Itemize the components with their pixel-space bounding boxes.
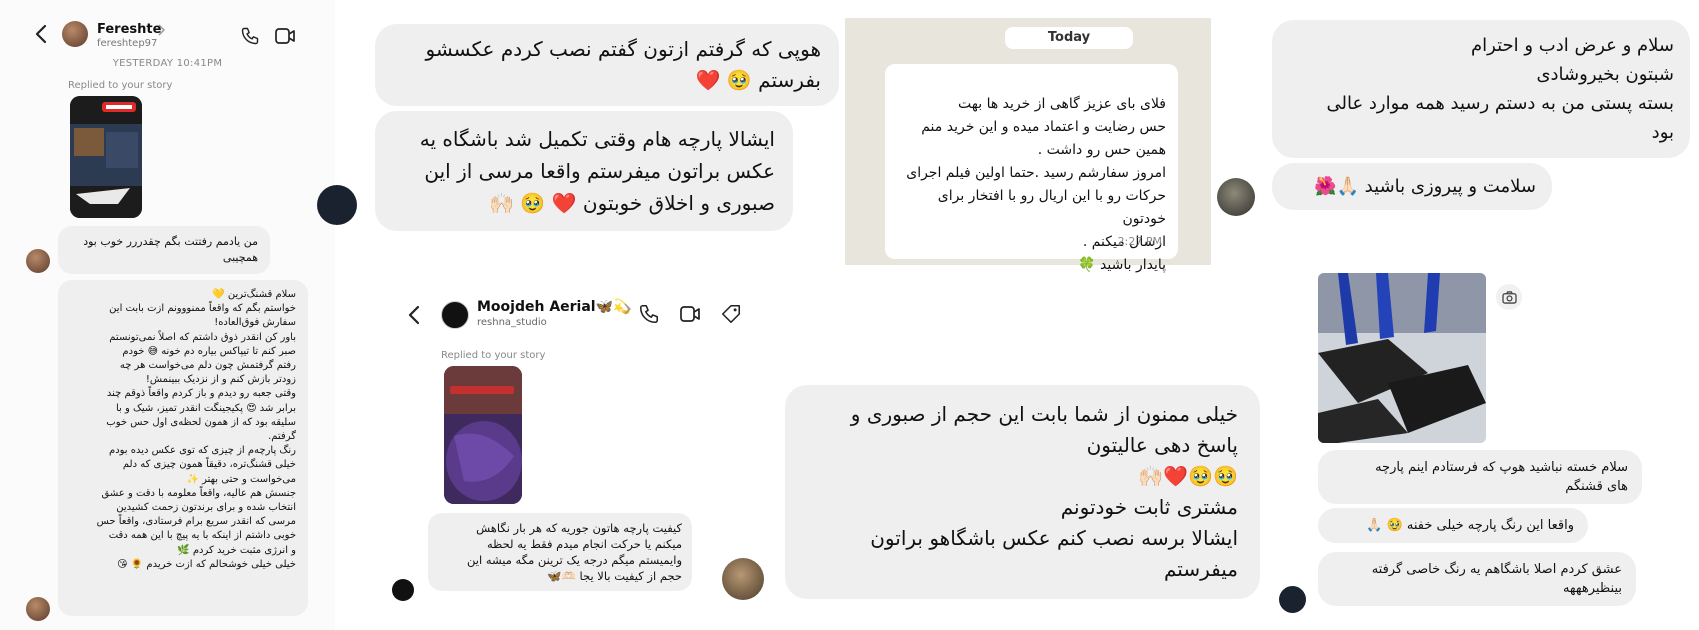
avatar[interactable] bbox=[1217, 178, 1255, 216]
replied-to-story-label: Replied to your story bbox=[68, 80, 173, 91]
avatar[interactable] bbox=[392, 579, 414, 601]
message-bubble[interactable]: هوپی که گرفتم ازتون گفتم نصب کردم عکسشو … bbox=[375, 24, 839, 106]
avatar[interactable] bbox=[317, 185, 357, 225]
contact-name[interactable]: Fereshte bbox=[97, 22, 161, 37]
contact-name[interactable]: Moojdeh Aerial🦋💫 bbox=[477, 299, 630, 315]
avatar[interactable] bbox=[62, 21, 88, 47]
avatar[interactable] bbox=[1279, 586, 1306, 613]
avatar[interactable] bbox=[26, 249, 50, 273]
phone-icon[interactable] bbox=[240, 26, 260, 46]
camera-icon[interactable] bbox=[1496, 284, 1522, 310]
contact-username: reshna_studio bbox=[477, 317, 547, 328]
back-arrow-icon[interactable] bbox=[34, 24, 48, 44]
message-time: 2:27 PM bbox=[1117, 235, 1162, 248]
phone-icon[interactable] bbox=[638, 303, 660, 325]
back-arrow-icon[interactable] bbox=[407, 305, 421, 325]
avatar[interactable] bbox=[722, 558, 764, 600]
replied-to-story-label: Replied to your story bbox=[441, 350, 546, 361]
video-icon[interactable] bbox=[679, 305, 701, 323]
message-bubble[interactable]: عشق کردم اصلا باشگاهم یه رنگ خاصی گرفته … bbox=[1318, 552, 1636, 606]
message-bubble[interactable]: سلام و عرض ادب و احترام شبتون بخیروشادی … bbox=[1272, 20, 1690, 158]
tag-icon[interactable] bbox=[720, 303, 742, 325]
chat-panel-fereshte: Fereshte fereshtep97 YESTERDAY 10:41PM R… bbox=[0, 0, 335, 630]
contact-username: fereshtep97 bbox=[97, 38, 158, 49]
message-bubble[interactable]: واقعا این رنگ پارچه خیلی خفنه 🥹 🙏🏻 bbox=[1318, 508, 1588, 543]
avatar[interactable] bbox=[26, 597, 50, 621]
message-bubble[interactable]: کیفیت پارچه هاتون جوریه که هر بار نگاهش … bbox=[428, 513, 692, 591]
chevron-right-icon bbox=[623, 303, 631, 315]
avatar[interactable] bbox=[441, 301, 469, 329]
chevron-right-icon bbox=[157, 24, 165, 36]
message-bubble[interactable]: سلام خسته نباشید هوپ که فرستادم اینم پار… bbox=[1318, 450, 1642, 504]
date-divider: YESTERDAY 10:41PM bbox=[112, 58, 223, 69]
chat-panel-whatsapp: Today فلای بای عزیز گاهی از خرید ها بهت … bbox=[845, 18, 1211, 273]
message-bubble[interactable]: سلامت و پیروزی باشید 🙏🏻🌺 bbox=[1272, 163, 1552, 210]
photo-message[interactable] bbox=[1318, 273, 1486, 443]
chat-panel-moojdeh: Moojdeh Aerial🦋💫 reshna_studio Replied t… bbox=[385, 295, 765, 615]
message-bubble[interactable]: خیلی ممنون از شما بابت این حجم از صبوری … bbox=[785, 385, 1260, 599]
story-thumbnail[interactable] bbox=[70, 96, 142, 218]
message-bubble[interactable]: سلام قشنگ‌ترین 💛 خواستم بگم که واقعاً مم… bbox=[58, 280, 308, 616]
message-bubble[interactable]: فلای بای عزیز گاهی از خرید ها بهت حس رضا… bbox=[885, 64, 1178, 273]
video-icon[interactable] bbox=[275, 27, 295, 45]
date-chip: Today bbox=[1005, 27, 1133, 49]
story-thumbnail[interactable] bbox=[444, 366, 522, 504]
message-bubble[interactable]: من یادمم رفتتت بگم چقدررر خوب بود همچیبی bbox=[58, 226, 270, 274]
message-bubble[interactable]: ایشالا پارچه هام وقتی تکمیل شد باشگاه یه… bbox=[375, 111, 793, 231]
